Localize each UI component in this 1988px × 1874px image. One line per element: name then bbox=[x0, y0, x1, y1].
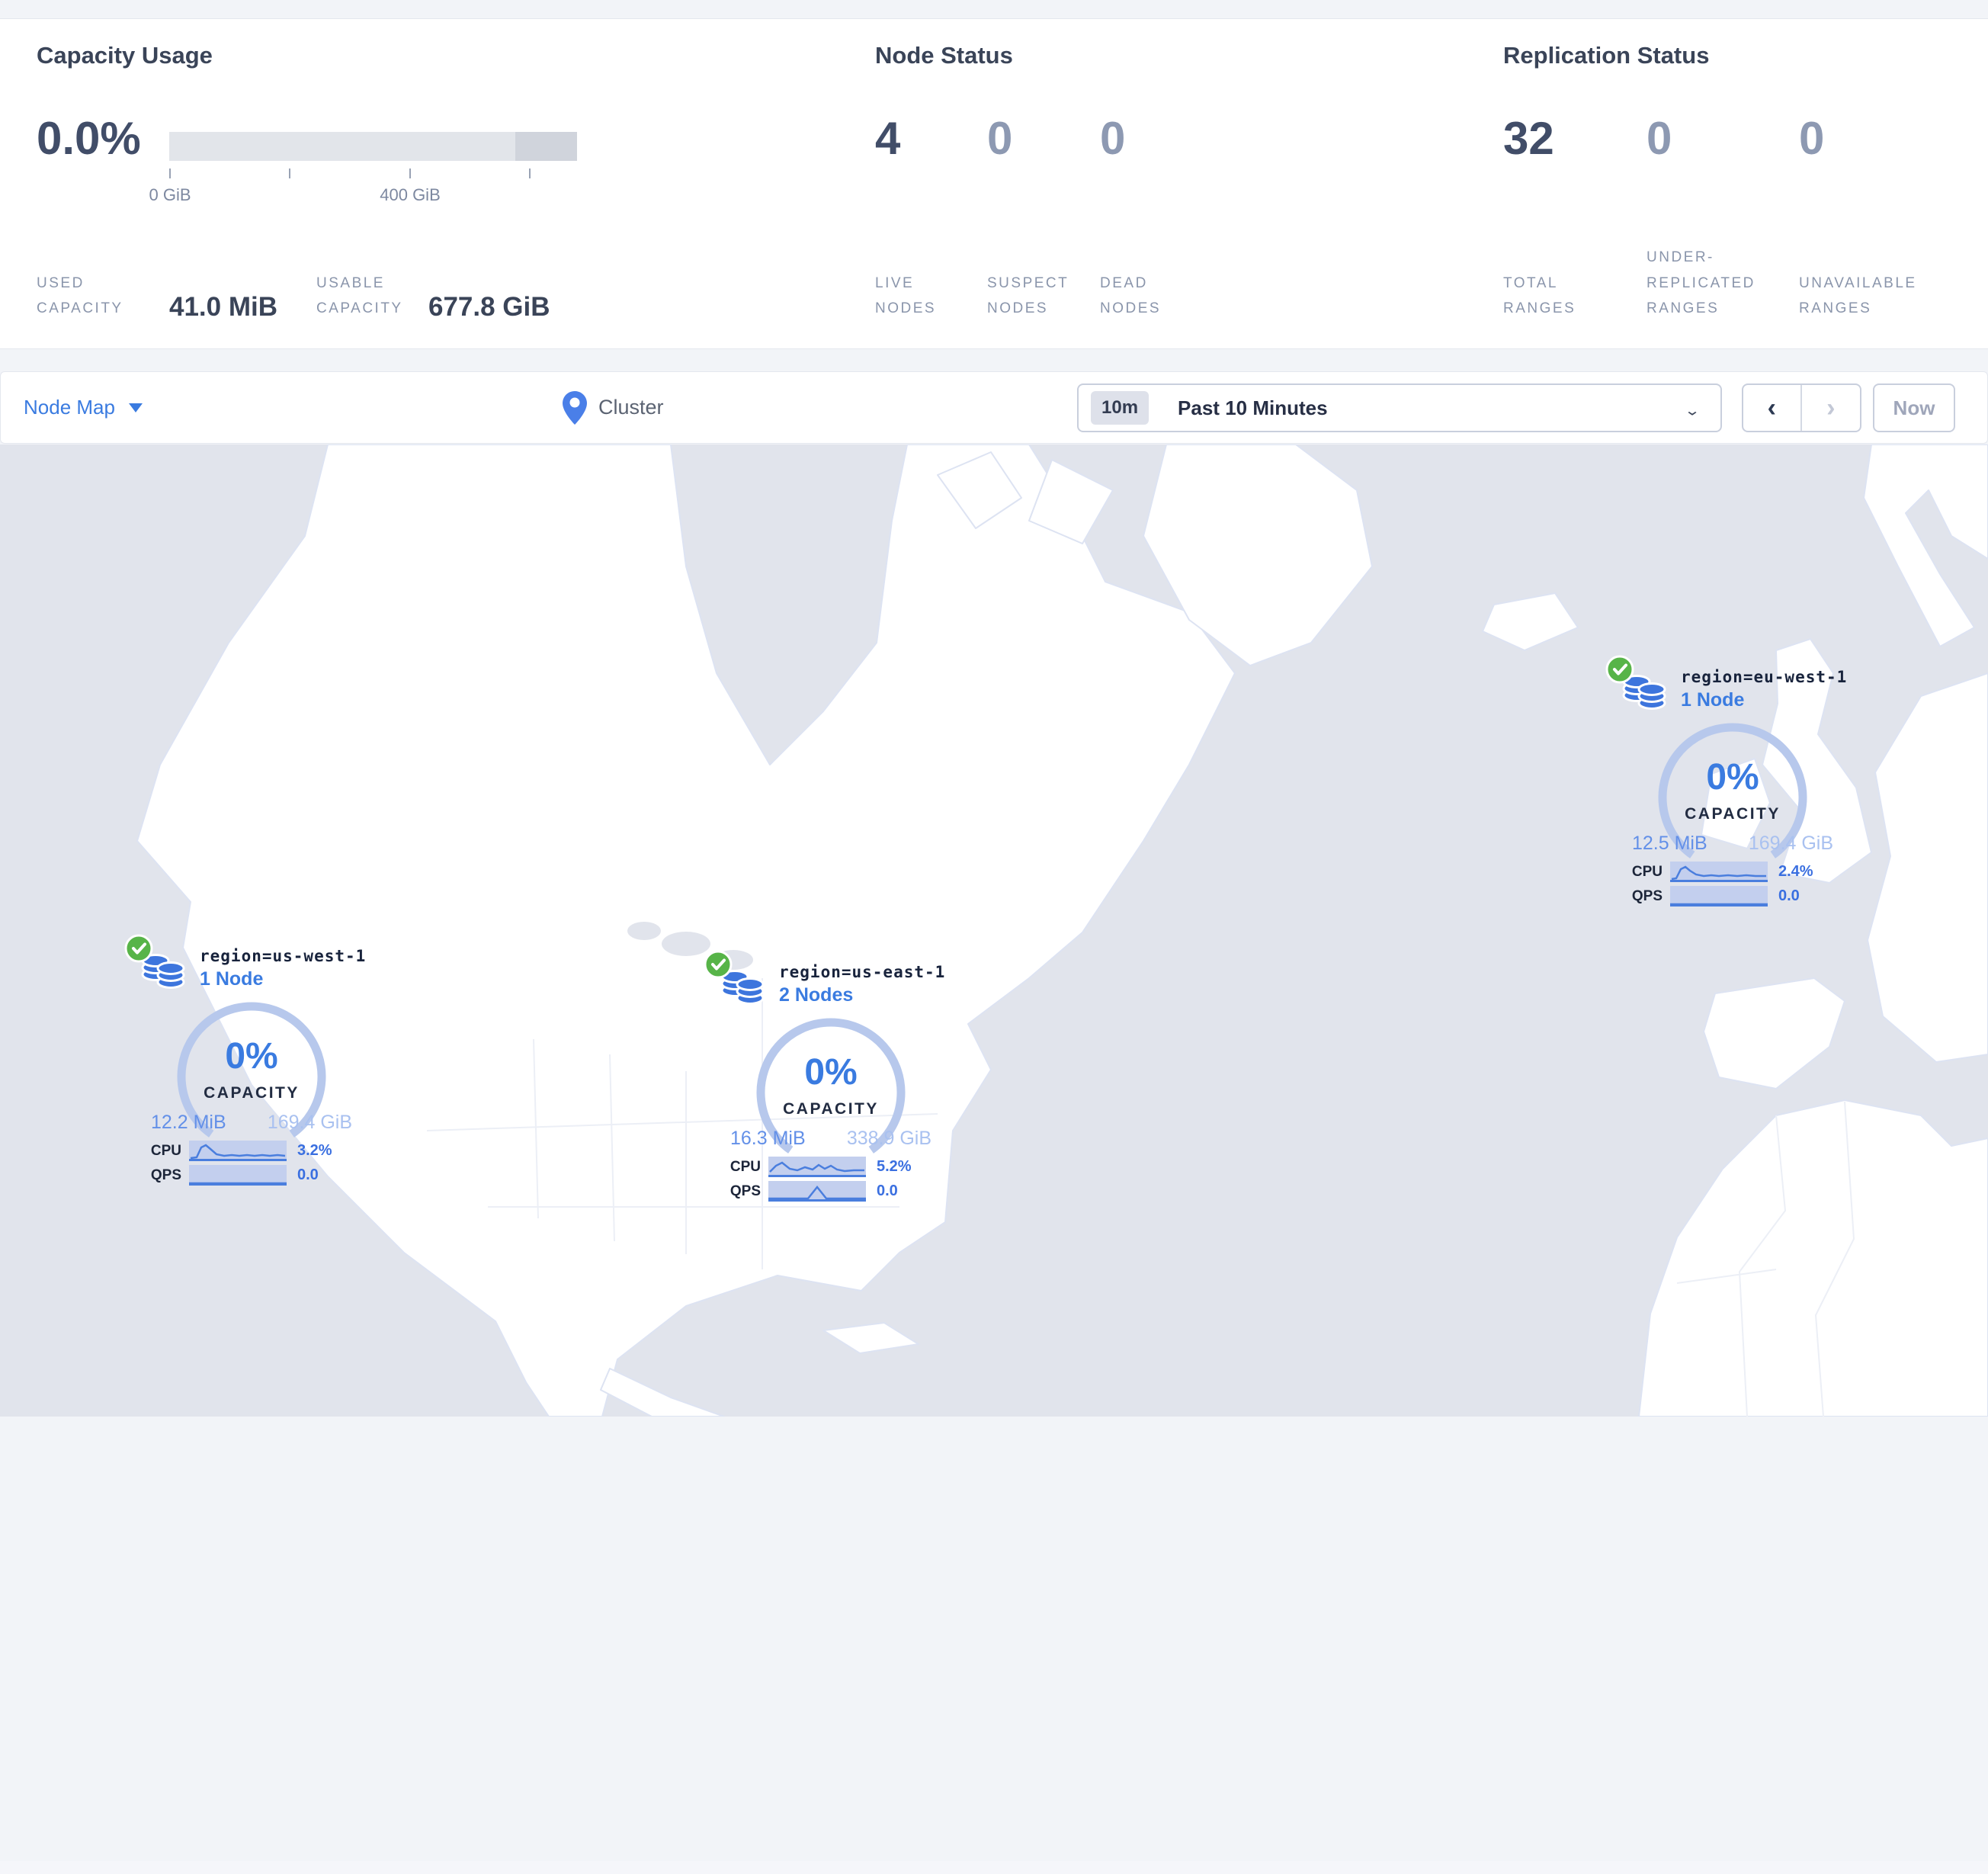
capacity-axis-tick bbox=[169, 168, 171, 178]
cpu-label: CPU bbox=[1631, 863, 1663, 880]
under-replicated-ranges-label: UNDER-REPLICATED RANGES bbox=[1647, 249, 1756, 316]
qps-label: QPS bbox=[150, 1166, 181, 1183]
view-selector-dropdown[interactable]: Node Map bbox=[24, 372, 143, 443]
region-label: region=us-west-1 bbox=[200, 947, 367, 965]
node-count-link[interactable]: 1 Node bbox=[1681, 689, 1847, 711]
qps-value: 0.0 bbox=[1778, 887, 1800, 904]
cpu-value: 5.2% bbox=[877, 1158, 912, 1175]
chevron-down-icon bbox=[128, 403, 143, 412]
capacity-axis-tick bbox=[289, 168, 290, 178]
cpu-label: CPU bbox=[729, 1158, 761, 1175]
time-range-badge: 10m bbox=[1091, 391, 1150, 425]
cpu-value: 3.2% bbox=[297, 1142, 332, 1159]
capacity-axis-tick bbox=[409, 168, 411, 178]
suspect-nodes-label: SUSPECT NODES bbox=[987, 274, 1069, 316]
capacity-percent: 0% bbox=[1706, 757, 1759, 797]
region-label: region=eu-west-1 bbox=[1681, 668, 1848, 686]
capacity-percent: 0% bbox=[804, 1052, 858, 1093]
breadcrumb-label: Cluster bbox=[598, 396, 664, 419]
now-button[interactable]: Now bbox=[1873, 383, 1955, 432]
capacity-word: CAPACITY bbox=[1685, 805, 1781, 823]
capacity-axis-label-0: 0 GiB bbox=[149, 185, 191, 204]
view-selector-label: Node Map bbox=[24, 396, 115, 419]
capacity-word: CAPACITY bbox=[204, 1084, 300, 1102]
qps-value: 0.0 bbox=[877, 1182, 898, 1199]
replication-status-title: Replication Status bbox=[1503, 42, 1710, 69]
capacity-percent: 0% bbox=[225, 1036, 278, 1077]
healthy-check-icon bbox=[124, 934, 153, 963]
total-ranges-label: TOTAL RANGES bbox=[1503, 274, 1576, 316]
qps-sparkline bbox=[1670, 886, 1768, 907]
time-range-dropdown[interactable]: 10m Past 10 Minutes ⌄ bbox=[1077, 383, 1722, 432]
node-marker-us-east-1[interactable]: region=us-east-1 2 Nodes 0% CAPACITY 16.… bbox=[704, 950, 953, 1207]
qps-sparkline bbox=[189, 1165, 287, 1186]
qps-label: QPS bbox=[729, 1182, 761, 1199]
total-ranges-count: 32 bbox=[1503, 113, 1554, 164]
region-label: region=us-east-1 bbox=[779, 963, 946, 981]
map-pin-icon bbox=[563, 390, 587, 425]
used-capacity: 12.2 MiB bbox=[151, 1112, 226, 1133]
page-footer-strip bbox=[0, 1861, 1988, 1874]
healthy-check-icon bbox=[1605, 655, 1634, 684]
node-map[interactable] bbox=[0, 444, 1988, 1874]
usable-capacity-value: 677.8 GiB bbox=[428, 292, 550, 322]
node-status-title: Node Status bbox=[875, 42, 1013, 69]
cpu-value: 2.4% bbox=[1778, 863, 1813, 880]
live-nodes-label: LIVE NODES bbox=[875, 274, 937, 316]
world-map bbox=[0, 444, 1988, 1417]
capacity-axis-label-400: 400 GiB bbox=[380, 185, 441, 204]
map-toolbar: Node Map Cluster 10m Past 10 Minutes ⌄ ‹… bbox=[0, 371, 1988, 444]
capacity-usage-percent: 0.0% bbox=[37, 113, 141, 164]
time-step-buttons: ‹ › bbox=[1742, 383, 1861, 432]
qps-value: 0.0 bbox=[297, 1166, 319, 1183]
capacity-usage-bar bbox=[169, 132, 577, 161]
used-capacity-label: USED CAPACITY bbox=[37, 274, 123, 316]
unavailable-ranges-count: 0 bbox=[1799, 113, 1825, 164]
used-capacity: 12.5 MiB bbox=[1632, 833, 1707, 854]
time-step-back-button[interactable]: ‹ bbox=[1743, 385, 1802, 431]
suspect-nodes-count: 0 bbox=[987, 113, 1013, 164]
time-step-forward-button[interactable]: › bbox=[1802, 385, 1861, 431]
live-nodes-count: 4 bbox=[875, 113, 901, 164]
chevron-down-icon: ⌄ bbox=[1684, 402, 1701, 419]
usable-capacity-label: USABLE CAPACITY bbox=[316, 274, 403, 316]
under-replicated-ranges-count: 0 bbox=[1647, 113, 1672, 164]
qps-label: QPS bbox=[1631, 887, 1663, 904]
node-count-link[interactable]: 1 Node bbox=[200, 968, 366, 990]
capacity-word: CAPACITY bbox=[783, 1100, 879, 1118]
usable-capacity: 338.9 GiB bbox=[846, 1128, 931, 1149]
capacity-usage-bar-reserved bbox=[515, 132, 577, 161]
cpu-label: CPU bbox=[150, 1142, 181, 1159]
usable-capacity: 169.4 GiB bbox=[267, 1112, 352, 1133]
node-marker-eu-west-1[interactable]: region=eu-west-1 1 Node 0% CAPACITY 12.5… bbox=[1605, 655, 1855, 912]
capacity-usage-title: Capacity Usage bbox=[37, 42, 213, 69]
cpu-sparkline bbox=[1670, 862, 1768, 882]
healthy-check-icon bbox=[704, 950, 733, 979]
dead-nodes-count: 0 bbox=[1100, 113, 1126, 164]
cpu-sparkline bbox=[768, 1157, 866, 1177]
used-capacity: 16.3 MiB bbox=[730, 1128, 806, 1149]
dead-nodes-label: DEAD NODES bbox=[1100, 274, 1162, 316]
node-count-link[interactable]: 2 Nodes bbox=[779, 984, 945, 1006]
qps-sparkline bbox=[768, 1181, 866, 1202]
capacity-axis-tick bbox=[529, 168, 531, 178]
used-capacity-value: 41.0 MiB bbox=[169, 292, 277, 322]
cluster-summary-panel: Capacity Usage 0.0% 0 GiB 400 GiB USED C… bbox=[0, 18, 1988, 349]
node-marker-us-west-1[interactable]: region=us-west-1 1 Node 0% CAPACITY 12.2… bbox=[124, 934, 374, 1191]
time-range-label: Past 10 Minutes bbox=[1178, 396, 1328, 419]
usable-capacity: 169.4 GiB bbox=[1748, 833, 1833, 854]
unavailable-ranges-label: UNAVAILABLE RANGES bbox=[1799, 274, 1917, 316]
cpu-sparkline bbox=[189, 1141, 287, 1161]
breadcrumb[interactable]: Cluster bbox=[562, 372, 664, 443]
